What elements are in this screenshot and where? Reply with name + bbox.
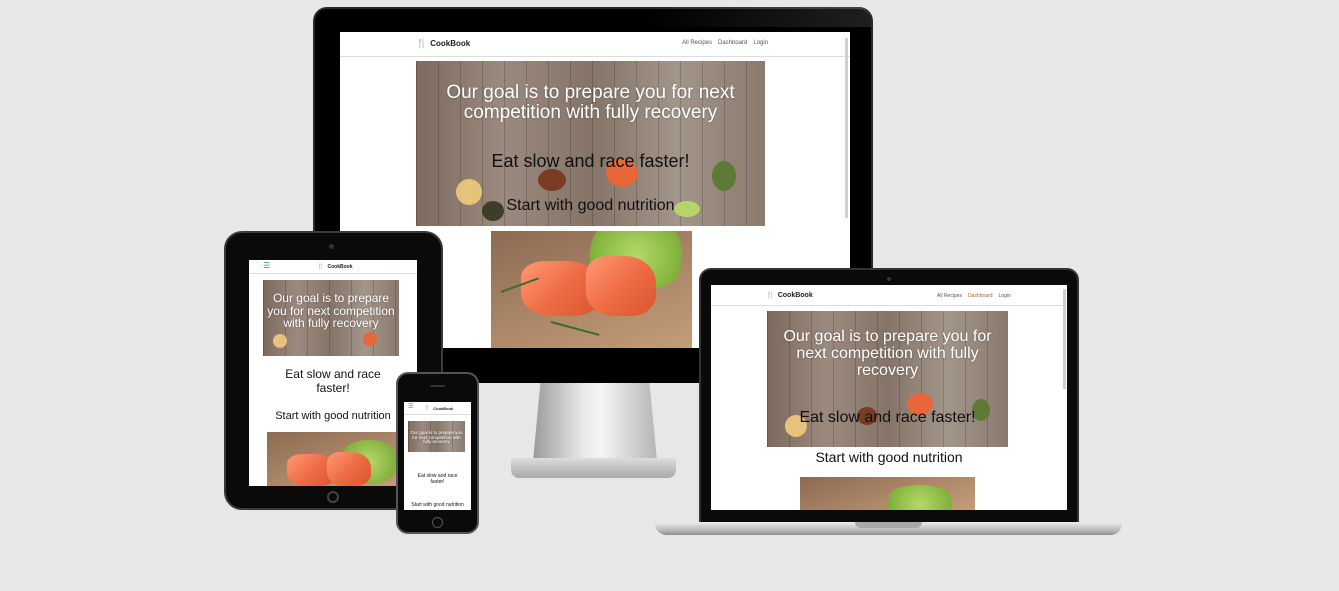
hero-subtitle: Eat slow and race faster! [491,151,690,171]
hero-subtitle: Eat slow and race faster! [285,367,381,395]
food-decor [363,332,377,346]
hero-title: Our goal is to prepare you for next comp… [783,328,992,379]
phone-screen: ☰ 🍴 CookBook Our goal is to prepare you … [404,402,471,510]
nav-all-recipes[interactable]: All Recipes [682,40,712,46]
laptop-scrollbar[interactable] [1063,289,1066,389]
salmon-image [267,432,399,486]
tablet-home-button[interactable] [327,491,339,503]
monitor-glare [643,7,871,27]
hamburger-menu-icon[interactable]: ☰ [263,261,270,270]
tablet-camera [329,244,334,249]
laptop-screen: 🍴 CookBook All Recipes Dashboard Login O… [711,285,1067,510]
hero-banner: Our goal is to prepare you for next comp… [263,280,399,356]
phone-navbar: ☰ 🍴 CookBook [404,402,471,415]
hero-subtitle: Eat slow and race faster! [799,409,976,426]
tablet-screen: ☰ 🍴 CookBook Our goal is to prepare you … [249,260,417,486]
section-text: Start with good nutrition [815,449,963,465]
herb-decor [550,321,600,336]
brand-logo[interactable]: 🍴 CookBook [416,38,470,49]
nav-all-recipes[interactable]: All Recipes [937,293,962,299]
hero-banner: Our goal is to prepare you for next comp… [767,311,1008,447]
hero-subtitle: Eat slow and race faster! [417,473,458,485]
brand-name: CookBook [327,263,353,270]
section-text: Start with good nutrition [275,410,391,422]
food-decor [273,334,287,348]
laptop-navbar: 🍴 CookBook All Recipes Dashboard Login [711,285,1067,306]
fork-knife-icon: 🍴 [317,264,325,270]
monitor-base [511,458,676,478]
tablet-navbar: ☰ 🍴 CookBook [249,260,417,274]
laptop-notch [855,522,922,528]
hamburger-menu-icon[interactable]: ☰ [408,403,413,410]
nav-login[interactable]: Login [998,293,1010,299]
section-text: Start with good nutrition [506,197,675,214]
laptop-device: 🍴 CookBook All Recipes Dashboard Login O… [699,268,1079,524]
nav-links: All Recipes Dashboard Login [937,293,1011,299]
brand-logo[interactable]: 🍴 CookBook [424,405,453,411]
salmon-fillet [586,256,656,316]
brand-name: CookBook [777,291,813,299]
food-decor [538,169,566,191]
section-text: Start with good nutrition [411,502,464,508]
brand-name: CookBook [433,405,454,411]
fork-knife-icon: 🍴 [416,38,428,48]
salmon-fillet [327,452,371,486]
hero-title: Our goal is to prepare you for next comp… [410,430,463,445]
phone-home-button[interactable] [432,517,443,528]
monitor-scrollbar[interactable] [845,38,848,218]
brand-logo[interactable]: 🍴 CookBook [317,263,353,271]
hero-title: Our goal is to prepare you for next comp… [267,291,395,331]
lettuce-decor [880,485,960,510]
salmon-image [491,231,692,348]
hero-banner: Our goal is to prepare you for next comp… [416,61,765,226]
nav-login[interactable]: Login [753,40,768,46]
laptop-camera [887,277,891,281]
nav-dashboard[interactable]: Dashboard [968,293,992,299]
nav-links: All Recipes Dashboard Login [682,40,768,46]
phone-device: ☰ 🍴 CookBook Our goal is to prepare you … [396,372,479,534]
hero-title: Our goal is to prepare you for next comp… [446,82,735,123]
hero-banner: Our goal is to prepare you for next comp… [408,421,465,452]
salmon-image [800,477,975,510]
fork-knife-icon: 🍴 [766,292,775,299]
brand-name: CookBook [430,39,471,48]
brand-logo[interactable]: 🍴 CookBook [766,291,813,300]
monitor-navbar: 🍴 CookBook All Recipes Dashboard Login [340,32,850,57]
phone-speaker [430,385,445,387]
fork-knife-icon: 🍴 [424,405,431,411]
monitor-stand [533,383,657,461]
nav-dashboard[interactable]: Dashboard [718,40,747,46]
